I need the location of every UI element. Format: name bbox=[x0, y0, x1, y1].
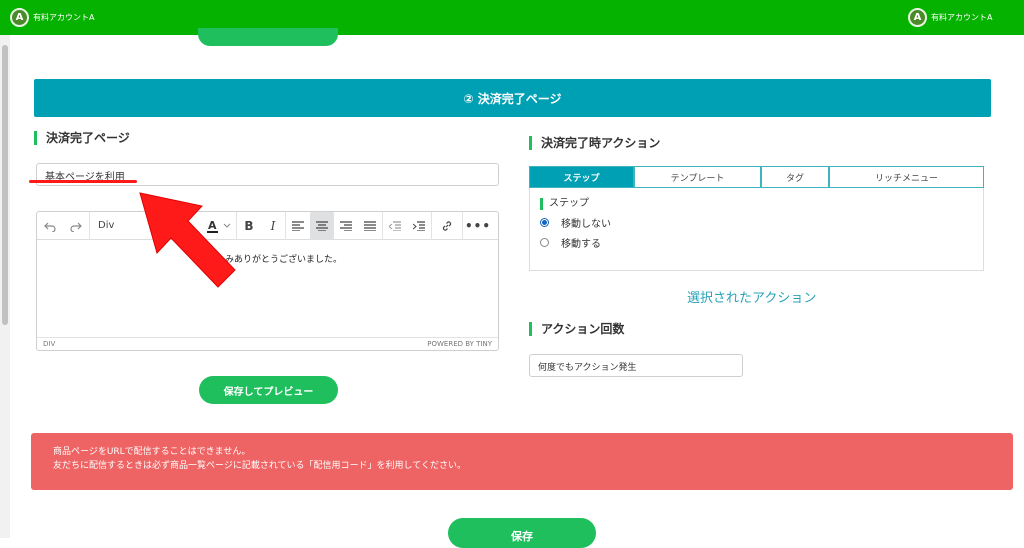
element-path: DIV bbox=[43, 340, 56, 348]
more-icon[interactable]: ••• bbox=[463, 212, 493, 240]
link-icon[interactable] bbox=[432, 212, 462, 240]
save-button[interactable]: 保存 bbox=[448, 518, 596, 548]
radio-no-move[interactable]: 移動しない bbox=[540, 215, 611, 230]
action-tabs: ステップ テンプレート タグ リッチメニュー bbox=[529, 166, 984, 188]
annotation-underline bbox=[29, 180, 137, 183]
top-bar: A 有料アカウントA A 有料アカウントA bbox=[0, 0, 1024, 35]
italic-icon[interactable]: I bbox=[261, 212, 285, 240]
indent-icon[interactable] bbox=[407, 212, 431, 240]
redo-icon[interactable] bbox=[63, 212, 89, 240]
editor-statusbar: DIV POWERED BY TINY bbox=[37, 337, 498, 350]
action-label: 決済完了時アクション bbox=[529, 136, 660, 150]
align-justify-icon[interactable] bbox=[358, 212, 382, 240]
align-right-icon[interactable] bbox=[334, 212, 358, 240]
radio-move[interactable]: 移動する bbox=[540, 235, 601, 250]
radio-button[interactable] bbox=[540, 218, 549, 227]
outdent-icon[interactable] bbox=[383, 212, 407, 240]
scrollbar[interactable] bbox=[0, 35, 10, 538]
alert-banner: 商品ページをURLで配信することはできません。 友だちに配信するときは必ず商品一… bbox=[31, 433, 1013, 490]
scrollbar-thumb[interactable] bbox=[2, 45, 8, 325]
section-header: ② 決済完了ページ bbox=[34, 79, 991, 117]
radio-button[interactable] bbox=[540, 238, 549, 247]
radio-label: 移動する bbox=[561, 239, 601, 250]
block-format-select[interactable]: Div bbox=[90, 212, 130, 240]
tab-tag[interactable]: タグ bbox=[761, 166, 829, 188]
radio-label: 移動しない bbox=[561, 219, 611, 230]
rich-text-editor[interactable]: Div A B I ••• し込みありがとうございました。 DIV POWERE… bbox=[36, 211, 499, 351]
save-and-preview-button[interactable]: 保存してプレビュー bbox=[199, 376, 338, 404]
align-left-icon[interactable] bbox=[286, 212, 310, 240]
alert-line: 友だちに配信するときは必ず商品一覧ページに記載されている「配信用コード」を利用し… bbox=[53, 461, 467, 471]
partial-preview-button[interactable] bbox=[198, 28, 338, 46]
undo-icon[interactable] bbox=[37, 212, 63, 240]
action-count-select[interactable]: 何度でもアクション発生 bbox=[529, 354, 743, 377]
step-label: ステップ bbox=[540, 198, 589, 210]
account-name: 有料アカウントA bbox=[931, 13, 993, 22]
account-name: 有料アカウントA bbox=[33, 13, 95, 22]
account-menu-left[interactable]: A 有料アカウントA bbox=[10, 8, 94, 27]
editor-toolbar: Div A B I ••• bbox=[37, 211, 498, 240]
annotation-arrow-icon bbox=[139, 192, 236, 288]
avatar: A bbox=[908, 8, 927, 27]
avatar: A bbox=[10, 8, 29, 27]
tab-rich-menu[interactable]: リッチメニュー bbox=[829, 166, 984, 188]
align-center-icon[interactable] bbox=[310, 211, 334, 240]
tab-step[interactable]: ステップ bbox=[529, 166, 634, 188]
alert-line: 商品ページをURLで配信することはできません。 bbox=[53, 447, 251, 457]
tab-panel: ステップ 移動しない 移動する bbox=[529, 188, 984, 271]
powered-by[interactable]: POWERED BY TINY bbox=[427, 340, 492, 348]
action-count-label: アクション回数 bbox=[529, 322, 624, 336]
selected-action-link[interactable]: 選択されたアクション bbox=[687, 287, 816, 306]
page-label: 決済完了ページ bbox=[34, 131, 130, 145]
tab-template[interactable]: テンプレート bbox=[634, 166, 761, 188]
account-menu-right[interactable]: A 有料アカウントA bbox=[908, 8, 992, 27]
